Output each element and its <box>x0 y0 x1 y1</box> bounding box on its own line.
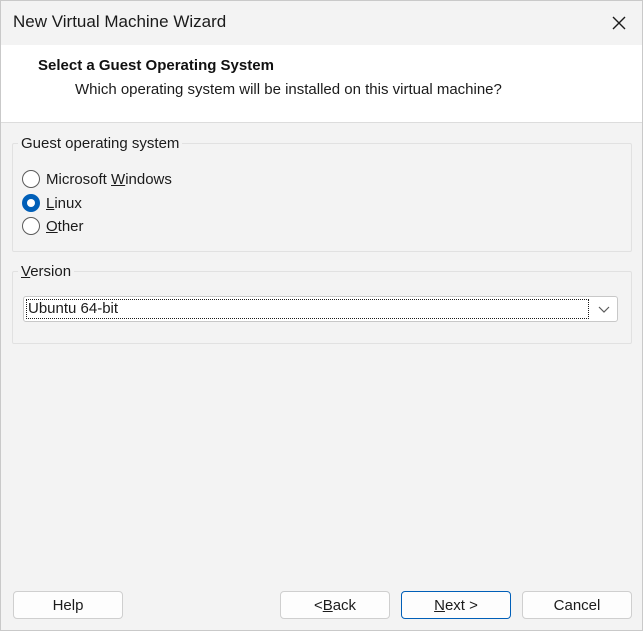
title-bar: New Virtual Machine Wizard <box>1 1 642 45</box>
radio-circle[interactable] <box>22 217 40 235</box>
version-selected-value: Ubuntu 64-bit <box>26 299 589 319</box>
wizard-header: Select a Guest Operating System Which op… <box>1 45 642 123</box>
guest-os-group <box>12 143 632 252</box>
radio-microsoft-windows[interactable]: Microsoft Windows <box>22 168 172 190</box>
radio-other[interactable]: Other <box>22 215 84 237</box>
cancel-button[interactable]: Cancel <box>522 591 632 619</box>
back-button[interactable]: < Back <box>280 591 390 619</box>
help-button[interactable]: Help <box>13 591 123 619</box>
chevron-down-icon <box>598 306 610 313</box>
radio-label: Linux <box>46 194 82 212</box>
wizard-window: New Virtual Machine Wizard Select a Gues… <box>0 0 643 631</box>
page-title: Select a Guest Operating System <box>38 57 274 74</box>
guest-os-group-label: Guest operating system <box>18 135 183 152</box>
version-group-label: Version <box>18 263 75 280</box>
radio-label: Other <box>46 217 84 235</box>
version-dropdown[interactable]: Ubuntu 64-bit <box>23 296 618 322</box>
close-button[interactable] <box>596 1 642 45</box>
window-title: New Virtual Machine Wizard <box>13 12 227 31</box>
page-subtitle: Which operating system will be installed… <box>75 81 502 98</box>
radio-circle[interactable] <box>22 170 40 188</box>
radio-circle-selected[interactable] <box>22 194 40 212</box>
close-icon <box>612 16 626 30</box>
next-button[interactable]: Next > <box>401 591 511 619</box>
radio-label: Microsoft Windows <box>46 170 172 188</box>
radio-linux[interactable]: Linux <box>22 192 82 214</box>
